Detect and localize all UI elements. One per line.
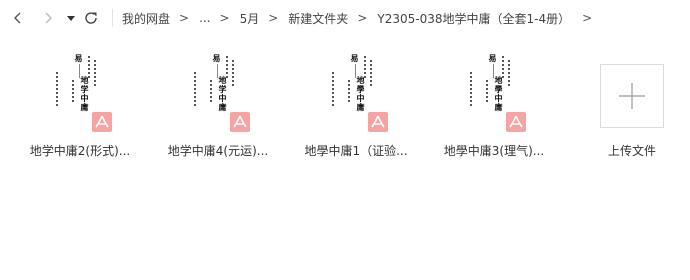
file-item[interactable]: 易 地 学 中 庸 地学中庸2(形式)...	[16, 52, 144, 164]
plus-icon	[619, 83, 645, 109]
upload-tile[interactable]	[600, 64, 664, 128]
file-name: 地學中庸1（证验...	[304, 144, 408, 158]
pdf-file-icon	[368, 112, 388, 132]
file-item[interactable]: 易 地 学 中 庸 地学中庸4(元运)...	[154, 52, 282, 164]
pdf-file-icon	[92, 112, 112, 132]
file-name: 地學中庸3(理气)...	[443, 144, 545, 158]
file-item[interactable]: 易 地 學 中 庸 地學中庸1（证验...	[292, 52, 420, 164]
file-name: 地学中庸4(元运)...	[167, 144, 269, 158]
pdf-file-icon	[230, 112, 250, 132]
file-item[interactable]: 易 地 學 中 庸 地學中庸3(理气)...	[430, 52, 558, 164]
upload-file-button[interactable]: 上传文件	[600, 52, 664, 164]
file-grid: 易 地 学 中 庸 地学中庸2(形式)... 易 地 学 中 庸 地学中庸4(元…	[0, 0, 690, 280]
pdf-file-icon	[506, 112, 526, 132]
upload-label: 上传文件	[607, 144, 656, 158]
file-name: 地学中庸2(形式)...	[29, 144, 131, 158]
